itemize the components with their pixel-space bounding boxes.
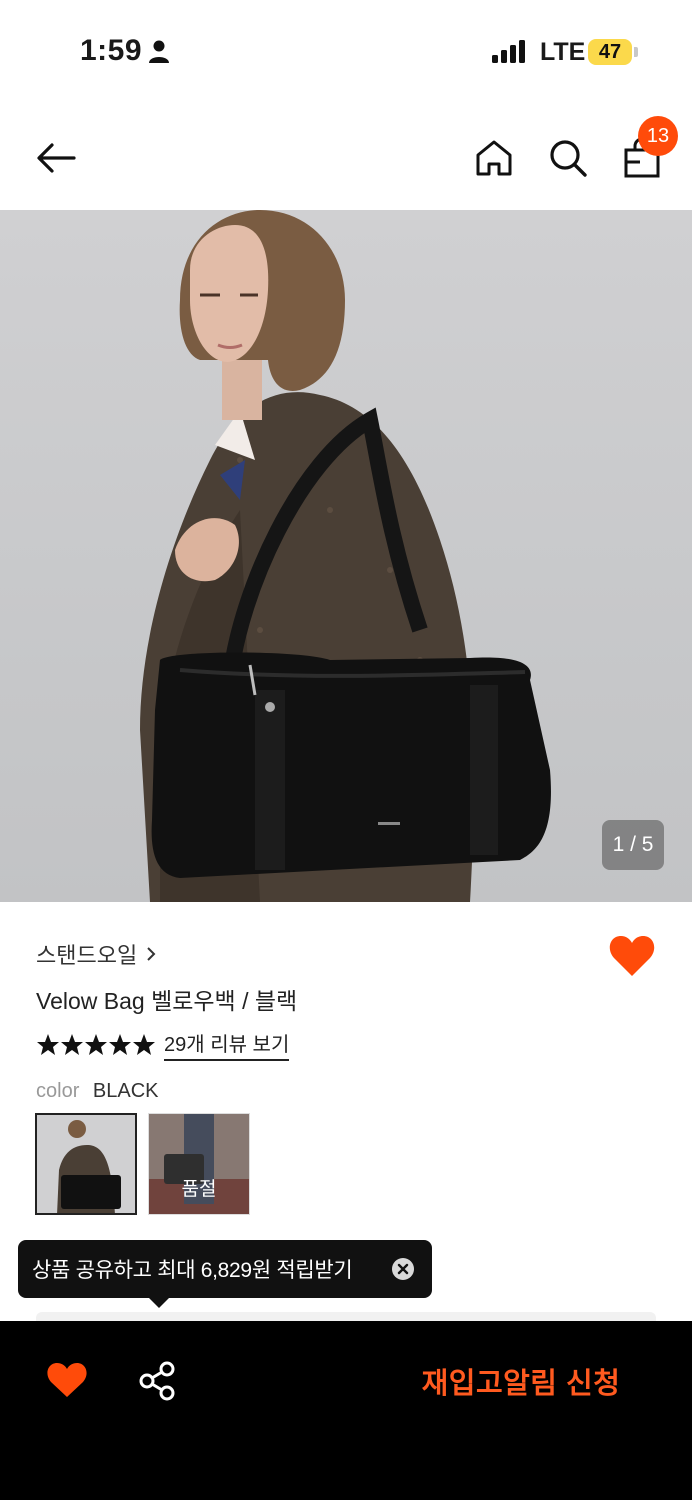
review-link[interactable]: 29개 리뷰 보기: [164, 1028, 290, 1061]
close-icon[interactable]: [392, 1258, 414, 1280]
battery-cap: [634, 47, 638, 57]
cart-count-badge: 13: [638, 116, 678, 156]
tooltip-text: 상품 공유하고 최대 6,829원 적립받기: [32, 1259, 353, 1282]
swatch-thumbnail: [37, 1115, 135, 1213]
back-arrow-icon[interactable]: [34, 136, 78, 180]
battery-level: 47: [588, 39, 632, 65]
share-reward-tooltip: 상품 공유하고 최대 6,829원 적립받기: [18, 1240, 432, 1308]
signal-icon: [492, 40, 525, 63]
status-bar: 1:59 LTE 47: [0, 0, 692, 100]
brand-link[interactable]: 스탠드오일: [36, 938, 157, 970]
color-row: color BLACK: [36, 1080, 159, 1103]
star-icon: [133, 1033, 155, 1055]
star-icon: [37, 1033, 59, 1055]
share-icon[interactable]: [138, 1361, 176, 1401]
color-value: BLACK: [92, 1080, 159, 1102]
restock-alert-button[interactable]: 재입고알림 신청: [400, 1351, 642, 1411]
tooltip-arrow: [148, 1297, 170, 1308]
soldout-label: 품절: [181, 1178, 217, 1200]
product-photo-illustration: [140, 210, 551, 902]
wishlist-heart-icon[interactable]: [608, 934, 656, 978]
network-label: LTE: [540, 38, 586, 66]
home-icon[interactable]: [472, 136, 516, 180]
star-icon: [85, 1033, 107, 1055]
chevron-right-icon: [147, 947, 156, 961]
product-name: Velow Bag 벨로우백 / 블랙: [36, 988, 298, 1014]
brand-name: 스탠드오일: [36, 943, 138, 968]
color-swatch-soldout[interactable]: 품절: [148, 1113, 250, 1215]
rating-row: 29개 리뷰 보기: [36, 1028, 290, 1061]
bottom-action-bar: 재입고알림 신청: [0, 1321, 692, 1500]
color-swatch-black[interactable]: [35, 1113, 137, 1215]
image-counter: 1 / 5: [602, 820, 664, 870]
product-image[interactable]: 1 / 5: [0, 210, 692, 902]
color-label: color: [36, 1080, 80, 1102]
top-navigation: 13: [0, 100, 692, 210]
soldout-overlay: 품절: [149, 1114, 249, 1214]
star-icon: [61, 1033, 83, 1055]
search-icon[interactable]: [546, 136, 590, 180]
person-icon: [149, 40, 169, 63]
star-icon: [109, 1033, 131, 1055]
status-time: 1:59: [80, 34, 143, 67]
heart-icon[interactable]: [46, 1361, 88, 1399]
